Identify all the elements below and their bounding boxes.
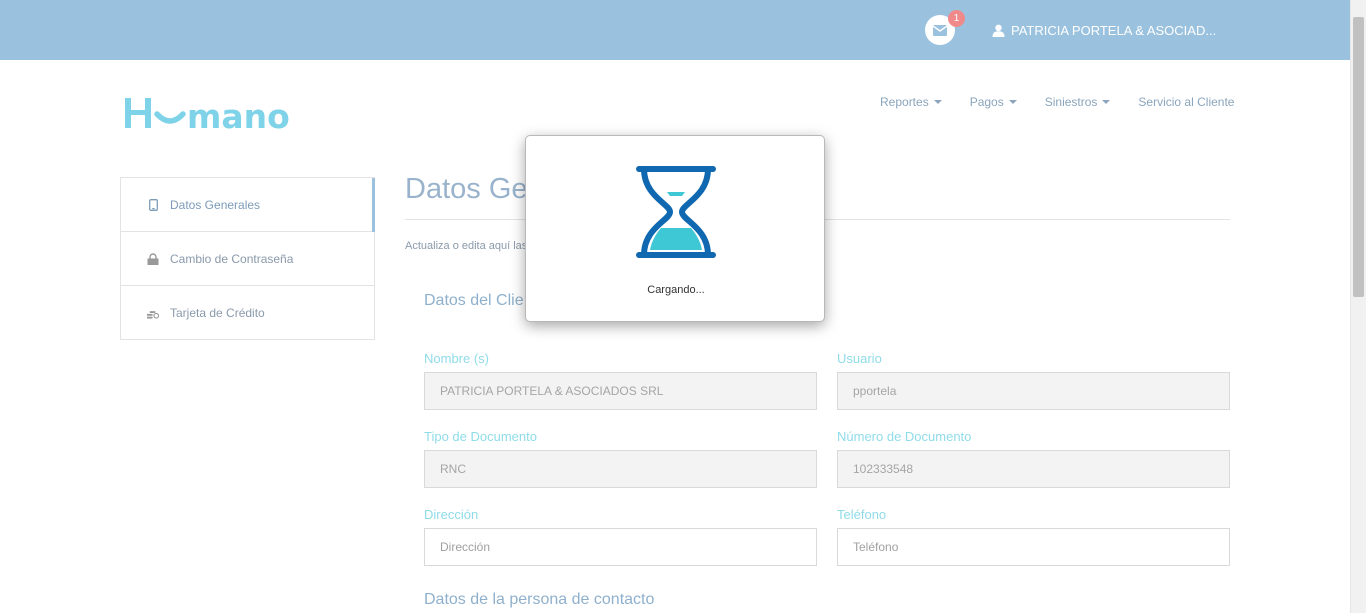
numero-documento-label: Número de Documento: [837, 429, 972, 444]
mobile-icon: [147, 198, 159, 211]
top-bar: 1 PATRICIA PORTELA & ASOCIAD...: [0, 0, 1350, 60]
nombre-field[interactable]: [424, 372, 817, 410]
caret-down-icon: [1102, 100, 1111, 104]
sidebar-item-label: Datos Generales: [170, 197, 261, 212]
section-title-contacto: Datos de la persona de contacto: [424, 591, 655, 608]
nav-pagos[interactable]: Pagos: [970, 94, 1017, 110]
svg-text:mano: mano: [187, 97, 290, 134]
nav-label: Reportes: [880, 95, 929, 109]
tipo-documento-label: Tipo de Documento: [424, 429, 537, 444]
section-title-cliente: Datos del Clie: [424, 292, 524, 309]
coins-icon: [147, 307, 159, 319]
caret-down-icon: [1008, 100, 1017, 104]
sidebar-item-label: Cambio de Contraseña: [170, 251, 294, 266]
user-menu[interactable]: PATRICIA PORTELA & ASOCIAD...: [992, 20, 1216, 40]
loading-text: Cargando...: [647, 284, 705, 296]
scrollbar-thumb[interactable]: [1353, 17, 1364, 297]
sidebar-item-datos-generales[interactable]: Datos Generales: [121, 178, 375, 232]
nav-label: Pagos: [969, 95, 1004, 109]
nav-reportes[interactable]: Reportes: [880, 94, 942, 110]
numero-documento-field[interactable]: [837, 450, 1230, 488]
settings-sidebar: Datos Generales Cambio de Contraseña Tar…: [120, 177, 375, 340]
telefono-field[interactable]: [837, 528, 1230, 566]
user-name: PATRICIA PORTELA & ASOCIAD...: [1011, 22, 1217, 38]
sidebar-item-label: Tarjeta de Crédito: [170, 306, 265, 320]
page-subtitle: Actualiza o edita aquí las: [405, 240, 528, 252]
usuario-field[interactable]: [837, 372, 1230, 410]
telefono-label: Teléfono: [837, 507, 887, 522]
nav-label: Siniestros: [1044, 95, 1098, 109]
nav-label: Servicio al Cliente: [1138, 95, 1235, 109]
page-scrollbar[interactable]: [1350, 0, 1366, 613]
tipo-documento-field[interactable]: [424, 450, 817, 488]
hourglass-icon: [636, 166, 716, 258]
nav-servicio-cliente[interactable]: Servicio al Cliente: [1138, 94, 1234, 110]
main-nav: Reportes Pagos Siniestros Servicio al Cl…: [866, 94, 1248, 110]
usuario-label: Usuario: [837, 351, 882, 366]
sidebar-item-cambio-contrasena[interactable]: Cambio de Contraseña: [121, 232, 374, 286]
envelope-icon: [933, 24, 947, 36]
humano-logo[interactable]: mano: [123, 94, 313, 134]
sidebar-item-tarjeta-credito[interactable]: Tarjeta de Crédito: [121, 286, 374, 340]
page-title: Datos Ge: [405, 173, 528, 205]
notification-badge: 1: [948, 10, 965, 27]
nombre-label: Nombre (s): [424, 351, 490, 366]
loading-modal: Cargando...: [525, 135, 825, 322]
caret-down-icon: [933, 100, 942, 104]
nav-siniestros[interactable]: Siniestros: [1045, 94, 1111, 110]
user-icon: [992, 24, 1005, 37]
lock-icon: [147, 252, 159, 265]
direccion-field[interactable]: [424, 528, 817, 566]
logo-graphic: mano: [125, 97, 290, 134]
direccion-label: Dirección: [424, 507, 479, 522]
